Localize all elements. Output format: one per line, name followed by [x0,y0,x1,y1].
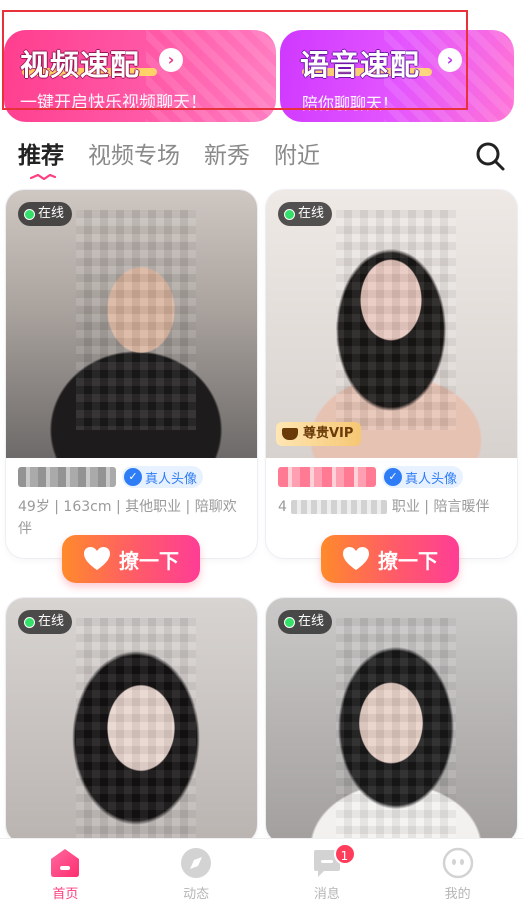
heart-icon [343,547,369,570]
online-status-badge: 在线 [278,610,333,634]
bottom-navigation: 首页 动态 1 消息 我的 [0,838,523,906]
chevron-right-icon: › [159,48,183,72]
chevron-right-icon: › [438,48,462,72]
verified-label: 真人头像 [405,471,458,487]
mosaic-overlay [76,618,196,838]
nav-moments[interactable]: 动态 [131,839,262,906]
tab-video-special[interactable]: 视频专场 [88,136,180,170]
profile-card[interactable]: 在线 [266,598,517,843]
online-label: 在线 [38,206,65,221]
online-dot-icon [284,616,295,628]
online-status-badge: 在线 [18,202,73,226]
profile-card[interactable]: 在线 尊贵VIP ✓ 真人头像 4 职业 | 陪言暖伴 [266,190,517,558]
verified-avatar-badge: ✓ 真人头像 [122,466,204,488]
blurred-nickname [278,467,376,487]
profile-info: 49岁 | 163cm | 其他职业 | 陪聊欢伴 [18,499,237,537]
profile-card[interactable]: 在线 [6,598,257,843]
profile-photo [266,598,517,843]
name-row: ✓ 真人头像 [18,464,204,490]
flirt-button[interactable]: 撩一下 [62,535,200,583]
vip-badge: 尊贵VIP [276,422,362,446]
profile-info-lead: 4 [278,499,287,515]
profile-photo [6,598,257,843]
online-status-badge: 在线 [18,610,73,634]
flirt-label: 撩一下 [119,548,179,573]
active-tab-indicator [30,174,56,180]
nav-profile[interactable]: 我的 [392,839,523,906]
voice-match-subtitle: 陪你聊聊天！ [302,94,399,113]
video-match-subtitle: 一键开启快乐视频聊天！ [20,93,207,113]
online-status-badge: 在线 [278,202,333,226]
heart-icon [84,547,110,570]
nav-messages[interactable]: 1 消息 [262,839,393,906]
search-icon[interactable] [474,140,506,172]
nav-label: 动态 [183,887,210,902]
compass-icon [181,848,212,878]
flirt-label: 撩一下 [378,548,438,573]
online-label: 在线 [298,206,325,221]
online-label: 在线 [298,614,325,629]
blurred-nickname [18,467,116,487]
profile-photo [6,190,257,458]
nav-label: 消息 [313,887,340,902]
verified-avatar-badge: ✓ 真人头像 [382,466,464,488]
voice-match-banner[interactable]: 语音速配 › 陪你聊聊天！ [280,30,514,122]
online-dot-icon [24,208,35,220]
video-match-title: 视频速配 [20,48,141,82]
masked-profile-text [291,500,388,514]
mosaic-overlay [336,210,456,430]
nav-label: 首页 [52,887,79,902]
name-row: ✓ 真人头像 [278,464,464,490]
mosaic-overlay [76,210,196,430]
profile-info-tail: 职业 | 陪言暖伴 [391,499,490,515]
category-tabs: 推荐 视频专场 新秀 附近 [18,138,344,170]
vip-label: 尊贵VIP [303,426,354,441]
verified-check-icon: ✓ [124,468,142,486]
crown-icon [282,428,298,440]
online-dot-icon [24,616,35,628]
tab-newcomers[interactable]: 新秀 [204,136,250,170]
verified-label: 真人头像 [145,471,198,487]
online-dot-icon [284,208,295,220]
nav-label: 我的 [444,887,471,902]
tab-nearby[interactable]: 附近 [274,136,320,170]
home-icon [51,849,80,877]
mosaic-overlay [336,618,456,838]
profile-photo [266,190,517,458]
nav-home[interactable]: 首页 [0,839,131,906]
tab-recommend[interactable]: 推荐 [18,136,64,170]
profile-face-icon [442,847,473,879]
profile-card[interactable]: 在线 ✓ 真人头像 49岁 | 163cm | 其他职业 | 陪聊欢伴 [6,190,257,558]
flirt-button[interactable]: 撩一下 [321,535,459,583]
profile-info: 4 职业 | 陪言暖伴 [278,496,508,518]
online-label: 在线 [38,614,65,629]
unread-badge: 1 [333,843,356,865]
video-match-banner[interactable]: 视频速配 › 一键开启快乐视频聊天！ [4,30,276,122]
verified-check-icon: ✓ [384,468,402,486]
voice-match-title: 语音速配 [300,48,421,82]
